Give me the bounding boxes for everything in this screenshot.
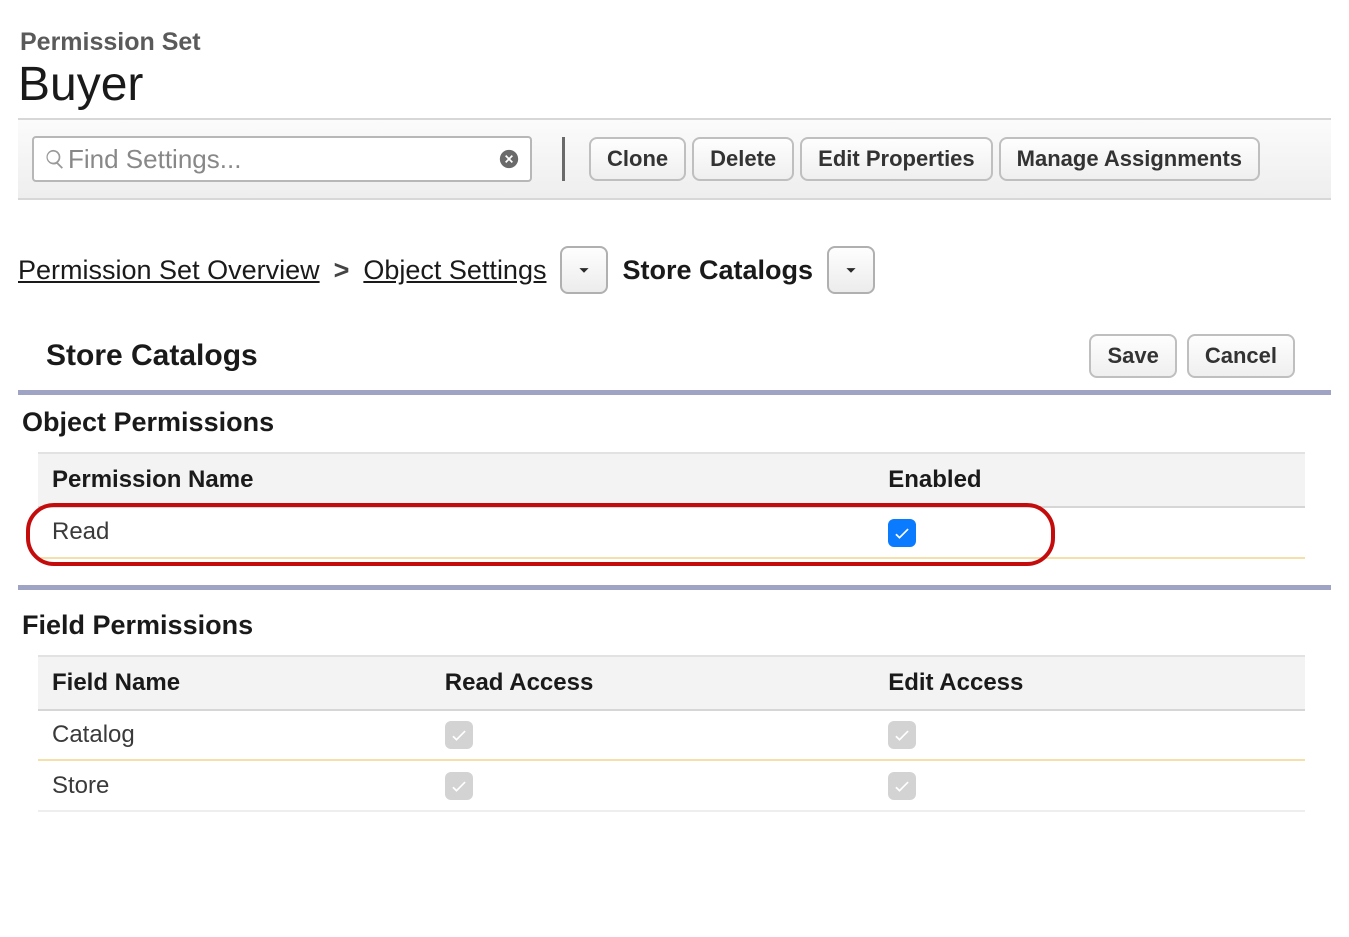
section-titlebar: Store Catalogs Save Cancel (18, 304, 1331, 390)
toolbar-separator (562, 137, 565, 181)
manage-assignments-button[interactable]: Manage Assignments (999, 137, 1260, 181)
field-permissions-table: Field Name Read Access Edit Access Catal… (38, 655, 1305, 812)
check-icon (892, 776, 912, 796)
breadcrumb-object-settings-link[interactable]: Object Settings (363, 255, 546, 286)
breadcrumb-separator: > (334, 255, 350, 286)
check-icon (449, 725, 469, 745)
edit-properties-button[interactable]: Edit Properties (800, 137, 992, 181)
cancel-button[interactable]: Cancel (1187, 334, 1295, 378)
check-icon (892, 523, 912, 543)
search-icon (44, 148, 66, 170)
check-icon (892, 725, 912, 745)
col-enabled: Enabled (874, 453, 1305, 507)
section-title: Store Catalogs (46, 339, 258, 373)
col-read-access: Read Access (431, 656, 874, 710)
breadcrumb-overview-link[interactable]: Permission Set Overview (18, 255, 320, 286)
page-header: Permission Set Buyer (18, 28, 1331, 120)
check-icon (449, 776, 469, 796)
breadcrumb-current: Store Catalogs (622, 255, 813, 286)
catalog-read-checkbox (445, 721, 473, 749)
section-divider (18, 585, 1331, 590)
clear-icon[interactable] (498, 148, 520, 170)
save-button[interactable]: Save (1089, 334, 1176, 378)
object-permissions-table: Permission Name Enabled Read (38, 452, 1305, 559)
page-supertitle: Permission Set (20, 28, 1331, 57)
table-row: Catalog (38, 710, 1305, 761)
object-permissions-heading: Object Permissions (18, 401, 1331, 452)
table-row: Store (38, 760, 1305, 811)
permission-name-cell: Read (38, 507, 874, 558)
chevron-down-icon (840, 259, 862, 281)
section-divider (18, 390, 1331, 395)
breadcrumb: Permission Set Overview > Object Setting… (18, 200, 1331, 304)
store-read-checkbox (445, 772, 473, 800)
field-name-cell: Store (38, 760, 431, 811)
delete-button[interactable]: Delete (692, 137, 794, 181)
col-edit-access: Edit Access (874, 656, 1305, 710)
table-row: Read (38, 507, 1305, 558)
search-input[interactable] (66, 143, 498, 176)
toolbar: Clone Delete Edit Properties Manage Assi… (18, 120, 1331, 200)
col-field-name: Field Name (38, 656, 431, 710)
clone-button[interactable]: Clone (589, 137, 686, 181)
page-title: Buyer (18, 57, 1331, 112)
catalog-edit-checkbox (888, 721, 916, 749)
read-enabled-checkbox[interactable] (888, 519, 916, 547)
object-settings-dropdown[interactable] (560, 246, 608, 294)
store-edit-checkbox (888, 772, 916, 800)
current-dropdown[interactable] (827, 246, 875, 294)
chevron-down-icon (573, 259, 595, 281)
field-permissions-heading: Field Permissions (18, 604, 1331, 655)
field-name-cell: Catalog (38, 710, 431, 761)
col-permission-name: Permission Name (38, 453, 874, 507)
search-input-wrap[interactable] (32, 136, 532, 182)
